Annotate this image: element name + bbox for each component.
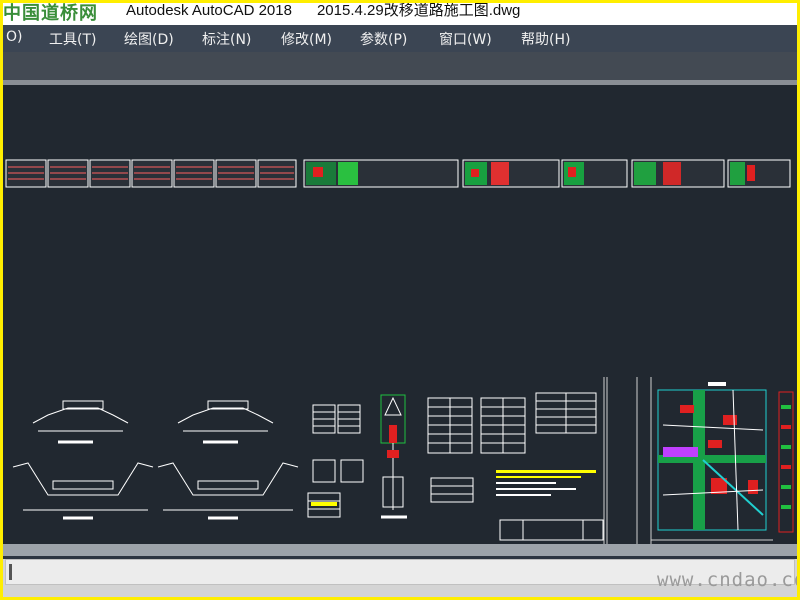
- app-name: Autodesk AutoCAD 2018: [126, 3, 292, 19]
- site-plan-map: [657, 382, 767, 531]
- sign-post: [380, 394, 407, 519]
- ribbon-area: [3, 52, 797, 80]
- detail-tables: [307, 404, 364, 518]
- cross-section-bottom-left: [12, 462, 154, 520]
- menu-item-draw[interactable]: 绘图(D): [124, 29, 174, 49]
- notes-block: [496, 470, 596, 496]
- command-line-history: [3, 544, 797, 556]
- cross-section-top-left: [32, 400, 129, 444]
- title-bar: 中国道桥网 Autodesk AutoCAD 2018 2015.4.29改移道…: [3, 3, 797, 25]
- autocad-window: 中国道桥网 Autodesk AutoCAD 2018 2015.4.29改移道…: [3, 3, 797, 597]
- menu-item-modify[interactable]: 修改(M): [281, 29, 332, 49]
- menu-item-window[interactable]: 窗口(W): [439, 29, 492, 49]
- menu-bar: O) 工具(T) 绘图(D) 标注(N) 修改(M) 参数(P) 窗口(W) 帮…: [3, 25, 797, 52]
- quantity-tables: [427, 392, 597, 503]
- legend-strip: [778, 391, 794, 533]
- cross-section-top-mid: [177, 400, 274, 444]
- cross-section-bottom-mid: [157, 462, 299, 520]
- menu-item-help[interactable]: 帮助(H): [521, 29, 570, 49]
- svg-text:中国道桥网: 中国道桥网: [3, 3, 98, 23]
- site-logo-graphic: 中国道桥网: [3, 3, 98, 24]
- menu-item-dimension[interactable]: 标注(N): [202, 29, 251, 49]
- detail-table-accent: [311, 502, 337, 506]
- file-name: 2015.4.29改移道路施工图.dwg: [316, 3, 521, 19]
- site-watermark: www.cndao.com: [657, 569, 797, 591]
- drawing-canvas[interactable]: [3, 85, 797, 544]
- menu-item-partial[interactable]: O): [6, 29, 22, 45]
- caret-icon: [9, 564, 12, 580]
- drawing-sheets: [5, 159, 794, 544]
- window-title: Autodesk AutoCAD 2018 2015.4.29改移道路施工图.d…: [126, 3, 520, 20]
- title-block: [499, 519, 604, 541]
- menu-item-parametric[interactable]: 参数(P): [360, 29, 407, 49]
- menu-item-tools[interactable]: 工具(T): [49, 29, 96, 49]
